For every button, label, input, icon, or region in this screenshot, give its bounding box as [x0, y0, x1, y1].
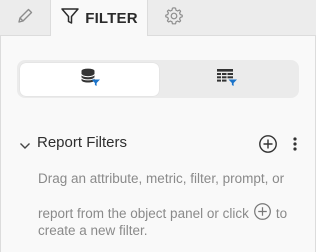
chevron-down-icon[interactable] — [19, 138, 31, 156]
tab-filter-label: FILTER — [85, 10, 138, 27]
hint-line-2: report from the object panel or click to — [38, 202, 287, 224]
filter-panel: Report Filters Drag an attribute, metric… — [0, 36, 316, 252]
dataset-filter-icon — [79, 67, 101, 92]
pencil-icon — [15, 6, 35, 31]
report-filters-header: Report Filters — [19, 132, 309, 156]
grid-filter-icon — [216, 67, 238, 92]
funnel-icon — [60, 6, 80, 31]
panel-tab-bar: FILTER — [0, 0, 316, 37]
view-toggle — [17, 60, 299, 98]
tab-settings[interactable] — [152, 0, 196, 36]
tab-edit[interactable] — [0, 0, 50, 36]
hint-line-2-after: to — [275, 205, 288, 221]
hint-line-3: create a new filter. — [38, 223, 148, 238]
dataset-filter-button[interactable] — [20, 63, 159, 96]
gear-icon — [164, 6, 184, 31]
section-title: Report Filters — [37, 134, 128, 151]
add-filter-button[interactable] — [258, 134, 278, 159]
grid-filter-button[interactable] — [157, 63, 296, 96]
hint-line-2-before: report from the object panel or click — [38, 205, 249, 221]
tab-filter[interactable]: FILTER — [50, 0, 148, 37]
more-options-icon[interactable] — [291, 134, 299, 154]
inline-add-icon[interactable] — [253, 202, 272, 224]
hint-line-1: Drag an attribute, metric, filter, promp… — [38, 171, 285, 186]
